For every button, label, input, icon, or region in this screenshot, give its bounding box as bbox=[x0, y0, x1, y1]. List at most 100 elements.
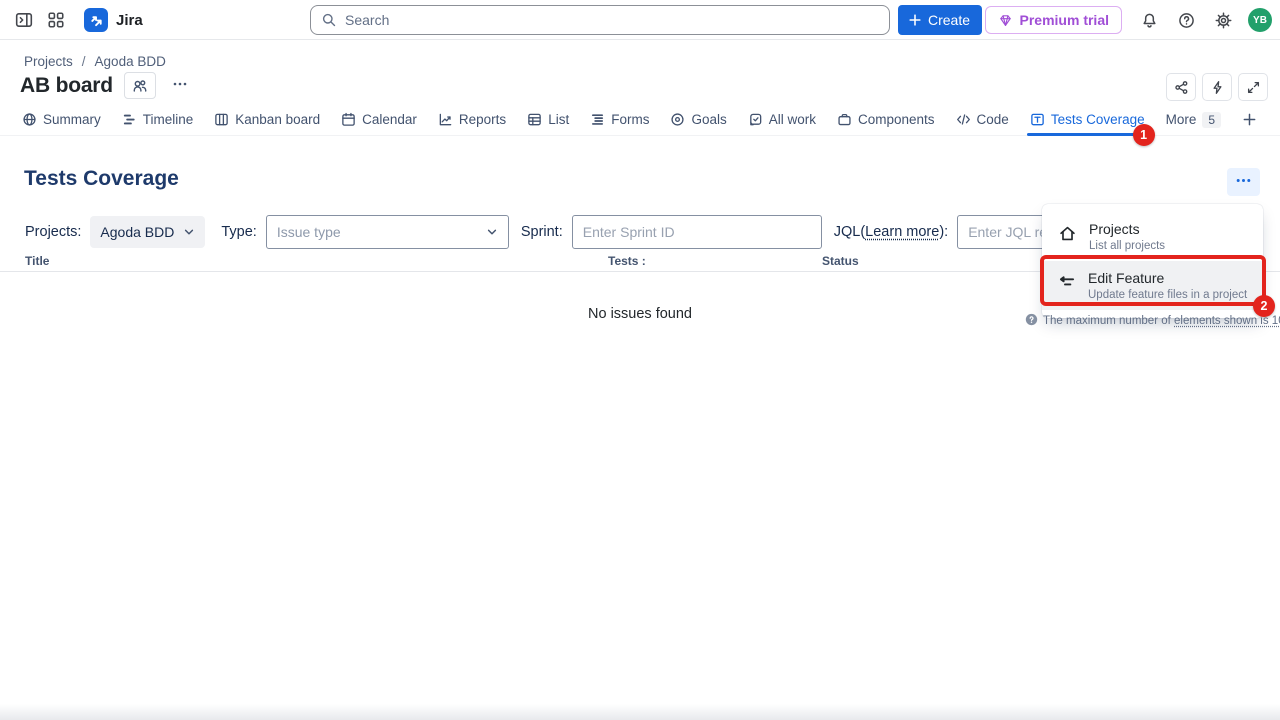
timeline-icon bbox=[122, 112, 137, 127]
annotation-step-1-badge: 1 bbox=[1133, 124, 1155, 146]
sprint-id-input[interactable] bbox=[572, 215, 822, 249]
components-icon bbox=[837, 112, 852, 127]
column-header-status: Status bbox=[822, 254, 859, 268]
max-elements-note: The maximum number of elements shown is … bbox=[1025, 313, 1280, 329]
avatar-initials: YB bbox=[1253, 15, 1267, 26]
settings-button[interactable] bbox=[1207, 4, 1239, 36]
create-button-label: Create bbox=[928, 12, 970, 28]
board-actions bbox=[1166, 73, 1268, 101]
more-horizontal-icon bbox=[172, 76, 188, 95]
premium-trial-label: Premium trial bbox=[1020, 12, 1109, 28]
add-tab-button[interactable] bbox=[1242, 104, 1257, 136]
topbar-left: Jira bbox=[8, 0, 143, 40]
info-icon bbox=[1025, 313, 1038, 329]
projects-filter-label: Projects: bbox=[25, 224, 81, 240]
user-avatar[interactable]: YB bbox=[1248, 8, 1272, 32]
tab-reports[interactable]: Reports bbox=[438, 104, 506, 136]
sprint-filter-label: Sprint: bbox=[521, 224, 563, 240]
tab-label: Reports bbox=[459, 112, 506, 127]
jql-learn-more-link[interactable]: Learn more bbox=[865, 224, 939, 240]
global-search[interactable] bbox=[310, 5, 890, 35]
column-header-tests: Tests : bbox=[608, 254, 646, 268]
more-tab-label: More bbox=[1166, 112, 1197, 127]
tab-calendar[interactable]: Calendar bbox=[341, 104, 417, 136]
automation-button[interactable] bbox=[1202, 73, 1232, 101]
menu-item-subtitle: List all projects bbox=[1089, 240, 1165, 252]
fullscreen-button[interactable] bbox=[1238, 73, 1268, 101]
search-input[interactable] bbox=[345, 12, 879, 28]
issue-type-select[interactable]: Issue type bbox=[266, 215, 509, 249]
tab-label: Goals bbox=[691, 112, 726, 127]
bottom-fade bbox=[0, 704, 1280, 720]
tab-kanban-board[interactable]: Kanban board bbox=[214, 104, 320, 136]
sidebar-toggle-icon bbox=[15, 11, 33, 29]
menu-item-edit-feature[interactable]: Edit Feature Update feature files in a p… bbox=[1042, 261, 1263, 310]
tab-label: Components bbox=[858, 112, 935, 127]
tab-components[interactable]: Components bbox=[837, 104, 935, 136]
tab-summary[interactable]: Summary bbox=[22, 104, 101, 136]
create-button[interactable]: Create bbox=[898, 5, 982, 35]
share-button[interactable] bbox=[1166, 73, 1196, 101]
projects-filter-value: Agoda BDD bbox=[100, 224, 174, 240]
page-title: Tests Coverage bbox=[24, 167, 179, 191]
board-icon bbox=[214, 112, 229, 127]
breadcrumb: Projects / Agoda BDD bbox=[24, 54, 166, 69]
chevron-down-icon bbox=[183, 226, 195, 238]
tests-coverage-icon bbox=[1030, 112, 1045, 127]
tab-code[interactable]: Code bbox=[956, 104, 1009, 136]
tab-all-work[interactable]: All work bbox=[748, 104, 816, 136]
tab-label: List bbox=[548, 112, 569, 127]
tab-label: Forms bbox=[611, 112, 649, 127]
goals-icon bbox=[670, 112, 685, 127]
menu-item-title: Edit Feature bbox=[1088, 270, 1247, 286]
projects-filter-dropdown[interactable]: Agoda BDD bbox=[90, 216, 205, 248]
jira-app: Jira Create Premium trial bbox=[0, 0, 1280, 720]
plus-icon bbox=[908, 13, 922, 27]
menu-item-projects[interactable]: Projects List all projects bbox=[1042, 212, 1263, 261]
tab-label: All work bbox=[769, 112, 816, 127]
app-name: Jira bbox=[116, 12, 143, 29]
board-title: AB board bbox=[20, 74, 113, 98]
premium-trial-button[interactable]: Premium trial bbox=[985, 6, 1122, 34]
tab-tests-coverage[interactable]: Tests Coverage 1 bbox=[1030, 104, 1145, 136]
help-button[interactable] bbox=[1170, 4, 1202, 36]
menu-item-subtitle: Update feature files in a project bbox=[1088, 289, 1247, 301]
forms-icon bbox=[590, 112, 605, 127]
people-icon bbox=[132, 78, 148, 94]
page-more-options-button[interactable] bbox=[1227, 168, 1260, 196]
tab-label: Summary bbox=[43, 112, 101, 127]
jira-home-link[interactable]: Jira bbox=[84, 8, 143, 32]
tab-label: Code bbox=[977, 112, 1009, 127]
tab-more[interactable]: More 5 bbox=[1166, 104, 1221, 136]
board-more-button[interactable] bbox=[167, 74, 193, 98]
list-icon bbox=[527, 112, 542, 127]
jql-filter-label: JQL(Learn more): bbox=[834, 224, 948, 240]
tab-list[interactable]: List bbox=[527, 104, 569, 136]
board-members-button[interactable] bbox=[124, 72, 156, 99]
top-navigation-bar: Jira Create Premium trial bbox=[0, 0, 1280, 40]
tab-label: Timeline bbox=[143, 112, 194, 127]
board-tabs: Summary Timeline Kanban board Calendar R… bbox=[0, 104, 1280, 136]
tab-label: Kanban board bbox=[235, 112, 320, 127]
issue-type-placeholder: Issue type bbox=[277, 224, 341, 240]
share-icon bbox=[1174, 80, 1189, 95]
breadcrumb-separator: / bbox=[82, 54, 86, 69]
reports-icon bbox=[438, 112, 453, 127]
all-work-icon bbox=[748, 112, 763, 127]
board-title-row: AB board bbox=[20, 72, 193, 99]
chevron-down-icon bbox=[486, 226, 498, 238]
notifications-button[interactable] bbox=[1133, 4, 1165, 36]
breadcrumb-projects[interactable]: Projects bbox=[24, 54, 73, 69]
edit-feature-icon bbox=[1058, 273, 1076, 291]
more-horizontal-icon bbox=[1235, 172, 1252, 192]
app-switcher-button[interactable] bbox=[40, 4, 72, 36]
topbar-right: Premium trial YB bbox=[985, 0, 1272, 40]
jql-label-prefix: JQL( bbox=[834, 224, 865, 240]
sidebar-toggle-button[interactable] bbox=[8, 4, 40, 36]
tab-goals[interactable]: Goals bbox=[670, 104, 726, 136]
tab-timeline[interactable]: Timeline bbox=[122, 104, 194, 136]
jira-logo-icon bbox=[84, 8, 108, 32]
tab-forms[interactable]: Forms bbox=[590, 104, 649, 136]
app-switcher-icon bbox=[47, 11, 65, 29]
breadcrumb-agoda-bdd[interactable]: Agoda BDD bbox=[95, 54, 166, 69]
